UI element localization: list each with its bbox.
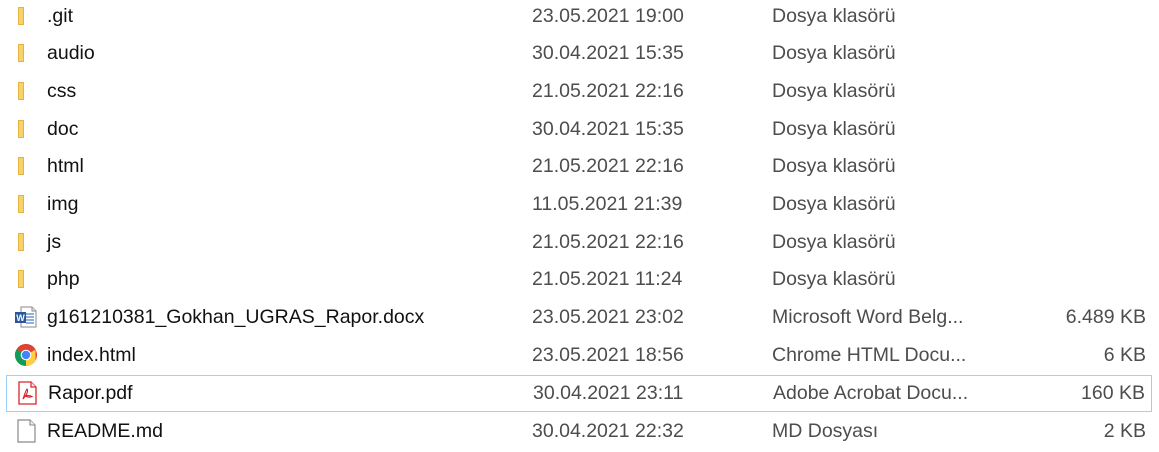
file-type: Dosya klasörü — [772, 231, 896, 253]
folder-icon — [14, 192, 38, 216]
file-date: 23.05.2021 19:00 — [532, 5, 684, 27]
file-name: js — [47, 231, 62, 253]
file-name: img — [47, 193, 79, 215]
folder-icon — [14, 117, 38, 141]
file-date: 30.04.2021 15:35 — [532, 118, 684, 140]
file-row-html[interactable]: html 21.05.2021 22:16 Dosya klasörü — [0, 148, 1159, 185]
file-type: MD Dosyası — [772, 420, 879, 442]
file-row-docx[interactable]: W g161210381_Gokhan_UGRAS_Rapor.docx 23.… — [0, 299, 1159, 336]
file-row-css[interactable]: css 21.05.2021 22:16 Dosya klasörü — [0, 73, 1159, 110]
folder-icon — [14, 230, 38, 254]
chrome-icon — [14, 343, 38, 367]
file-type: Adobe Acrobat Docu... — [773, 382, 969, 404]
file-size: 6 KB — [1103, 344, 1146, 366]
file-type: Dosya klasörü — [772, 193, 896, 215]
file-name: css — [47, 80, 77, 102]
file-date: 11.05.2021 21:39 — [532, 193, 683, 215]
blank-file-icon — [14, 419, 38, 443]
file-date: 21.05.2021 11:24 — [532, 268, 683, 290]
file-size: 6.489 KB — [1065, 306, 1146, 328]
folder-icon — [14, 4, 38, 28]
file-type: Dosya klasörü — [772, 80, 896, 102]
file-name: php — [47, 268, 80, 290]
file-row-img[interactable]: img 11.05.2021 21:39 Dosya klasörü — [0, 186, 1159, 223]
file-name: g161210381_Gokhan_UGRAS_Rapor.docx — [47, 306, 425, 328]
file-date: 30.04.2021 15:35 — [532, 42, 684, 64]
file-name: Rapor.pdf — [48, 382, 133, 404]
file-row-index-html[interactable]: index.html 23.05.2021 18:56 Chrome HTML … — [0, 337, 1159, 374]
file-type: Chrome HTML Docu... — [772, 344, 967, 366]
file-name: audio — [47, 42, 95, 64]
file-row-rapor-pdf[interactable]: Rapor.pdf 30.04.2021 23:11 Adobe Acrobat… — [6, 375, 1152, 412]
file-name: html — [47, 155, 84, 177]
file-name: .git — [47, 5, 74, 27]
file-date: 21.05.2021 22:16 — [532, 80, 684, 102]
file-name: index.html — [47, 344, 136, 366]
file-date: 30.04.2021 22:32 — [532, 420, 684, 442]
file-date: 21.05.2021 22:16 — [532, 231, 684, 253]
folder-icon — [14, 79, 38, 103]
file-date: 30.04.2021 23:11 — [533, 382, 684, 404]
file-type: Dosya klasörü — [772, 155, 896, 177]
file-date: 21.05.2021 22:16 — [532, 155, 684, 177]
folder-icon — [14, 154, 38, 178]
file-type: Microsoft Word Belg... — [772, 306, 964, 328]
file-name: doc — [47, 118, 79, 140]
file-row-js[interactable]: js 21.05.2021 22:16 Dosya klasörü — [0, 224, 1159, 261]
file-type: Dosya klasörü — [772, 268, 896, 290]
file-size: 2 KB — [1103, 420, 1146, 442]
file-date: 23.05.2021 18:56 — [532, 344, 684, 366]
file-size: 160 KB — [1081, 382, 1145, 404]
svg-text:W: W — [16, 313, 25, 323]
file-row-doc[interactable]: doc 30.04.2021 15:35 Dosya klasörü — [0, 111, 1159, 148]
folder-icon — [14, 41, 38, 65]
file-type: Dosya klasörü — [772, 118, 896, 140]
file-row-git[interactable]: .git 23.05.2021 19:00 Dosya klasörü — [0, 0, 1159, 35]
word-document-icon: W — [14, 305, 38, 329]
pdf-icon — [15, 381, 39, 405]
folder-icon — [14, 267, 38, 291]
file-type: Dosya klasörü — [772, 5, 896, 27]
file-date: 23.05.2021 23:02 — [532, 306, 684, 328]
file-row-readme[interactable]: README.md 30.04.2021 22:32 MD Dosyası 2 … — [0, 413, 1159, 450]
file-type: Dosya klasörü — [772, 42, 896, 64]
file-name: README.md — [47, 420, 163, 442]
file-row-php[interactable]: php 21.05.2021 11:24 Dosya klasörü — [0, 261, 1159, 298]
file-row-audio[interactable]: audio 30.04.2021 15:35 Dosya klasörü — [0, 35, 1159, 72]
